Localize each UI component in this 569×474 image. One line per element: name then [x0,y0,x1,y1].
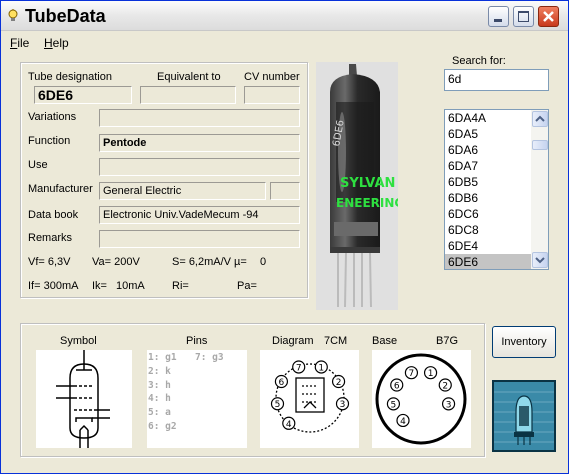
pin-number: 3 [340,400,346,410]
chevron-down-icon [535,257,545,264]
tube-list[interactable]: 6DA4A 6DA5 6DA6 6DA7 6DB5 6DB6 6DC6 6DC8 6DE4 6DE… [444,109,549,270]
pin-diagram: 45 6 7 1 2 3 [270,360,350,433]
remarks-label: Remarks [28,232,73,244]
use-field[interactable] [99,158,300,176]
tube-designation-label: Tube designation [28,71,112,83]
scroll-up-button[interactable] [532,111,548,127]
scroll-down-button[interactable] [532,252,548,268]
pin-number: 6 [394,382,400,392]
ik-label: Ik= [92,280,107,292]
photo-brand-line2: ENEERINGS [336,196,398,210]
va-value: Va= 200V [92,256,140,268]
menu-file-label: ile [17,36,30,50]
pin-number: 1 [318,363,324,373]
maximize-button[interactable] [513,6,534,27]
lightbulb-icon [8,9,18,21]
pin-entry: 5: a [148,407,171,419]
function-field[interactable]: Pentode [99,134,300,152]
tube-designation-field[interactable]: 6DE6 [34,86,132,104]
mu-label: µ= [234,256,247,268]
scroll-thumb[interactable] [532,140,548,150]
search-label: Search for: [452,55,506,67]
search-input[interactable]: 6d [444,69,549,91]
menu-help-mnemonic: H [44,36,53,50]
diagram-panel: 45 6 7 1 2 3 [260,350,359,448]
maximize-icon [518,11,529,22]
ri-value: Ri= [172,280,189,292]
close-icon [543,11,554,22]
window-title: TubeData [25,6,106,26]
ik-value: 10mA [116,280,145,292]
minimize-button[interactable] [488,6,509,27]
pin-number: 7 [296,363,302,373]
vf-value: Vf= 6,3V [28,256,71,268]
pin-number: 3 [446,400,452,410]
title-bar[interactable]: TubeData [1,1,568,31]
variations-field[interactable] [99,109,300,127]
photo-brand-line1: SYLVAN [340,176,395,191]
pin-entry: 4: h [148,393,171,405]
pin-entry: 2: k [148,365,171,377]
pin-number: 1 [428,369,434,379]
base-label: Base [372,335,398,347]
manufacturer-field[interactable]: General Electric [99,182,266,200]
inventory-button[interactable]: Inventory [492,326,556,358]
pentode-symbol [56,350,110,448]
menu-help-label: elp [52,36,69,50]
menu-help[interactable]: Help [44,36,69,50]
symbol-label: Symbol [60,335,97,347]
pin-number: 5 [275,400,281,410]
variations-label: Variations [28,111,77,123]
chevron-up-icon [535,115,545,122]
use-label: Use [28,159,48,171]
menu-bar: File Help [1,31,568,53]
mu-value: 0 [260,256,267,268]
minimize-icon [494,19,502,22]
tube-photo: 6DE6 SYLVAN ENEERINGS [316,62,413,310]
close-button[interactable] [538,6,559,27]
manufacturer-extra-field[interactable] [270,182,300,200]
manufacturer-label: Manufacturer [28,183,93,195]
tube-logo-icon [494,382,554,450]
pin-entry: 7: g3 [195,352,224,363]
diagram-code: 7CM [324,335,348,347]
databook-label: Data book [28,209,79,221]
main-window: TubeData File Help Tube designation Equi… [0,0,569,474]
pin-number: 5 [391,400,397,410]
base-diagram: 45 67 12 3 [375,353,467,445]
base-panel: 45 67 12 3 [372,350,471,448]
pins-panel: 1: g1 7: g3 2: k 3: h 4: h 5: a 6: g2 [147,350,247,448]
pins-list: 1: g1 7: g3 2: k 3: h 4: h 5: a 6: g2 [147,350,247,448]
tube-list-scrollbar[interactable] [531,110,548,269]
pins-label: Pins [186,335,208,347]
app-logo [492,380,556,452]
s-value: S= 6,2mA/V [172,256,232,268]
symbol-panel [36,350,132,448]
equivalent-field[interactable] [140,86,236,104]
pin-number: 2 [442,382,448,392]
cv-number-label: CV number [244,71,300,83]
pin-number: 7 [409,369,415,379]
equivalent-label: Equivalent to [157,71,221,83]
pin-entry: 6: g2 [148,421,177,432]
tube-photo-image: 6DE6 SYLVAN ENEERINGS [316,62,413,310]
pin-number: 2 [336,378,342,388]
pin-number: 4 [286,420,292,430]
remarks-field[interactable] [99,230,300,248]
pa-value: Pa= [237,280,257,292]
databook-field[interactable]: Electronic Univ.VadeMecum -94 [99,206,300,224]
if-value: If= 300mA [28,280,79,292]
pin-entry: 1: g1 [148,352,177,363]
pin-entry: 3: h [148,379,171,391]
pin-number: 4 [400,417,406,427]
base-code: B7G [436,335,459,347]
pin-number: 6 [279,378,285,388]
menu-file[interactable]: File [10,36,29,50]
function-label: Function [28,135,71,147]
diagram-label: Diagram [272,335,314,347]
cv-number-field[interactable] [244,86,300,104]
